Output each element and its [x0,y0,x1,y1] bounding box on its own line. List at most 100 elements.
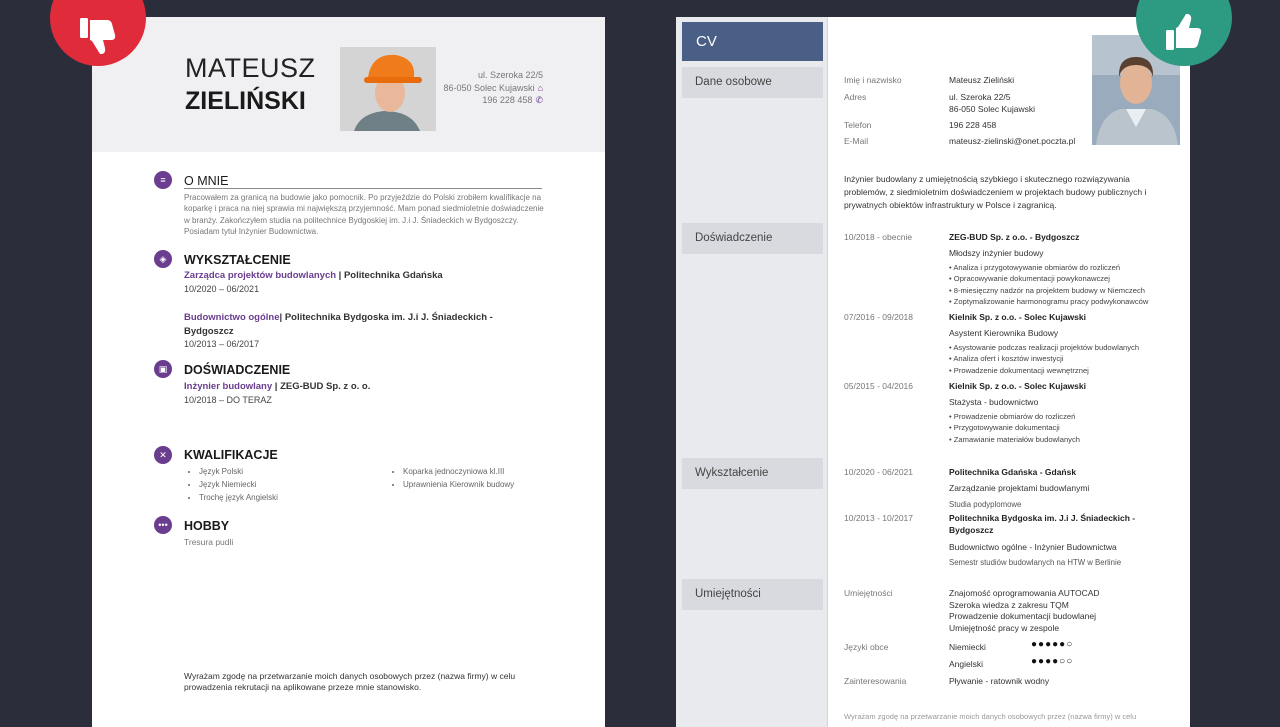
job-dates: 10/2018 - obecnie [844,232,913,242]
skills-label: Umiejętności [844,588,893,598]
list-item: Język Polski [199,465,278,478]
cv-header: CV [682,22,823,61]
section-label-skills: Umiejętności [682,579,823,610]
job-role: Stażysta - budownictwo [949,397,1039,407]
list-item: Analiza i przygotowywanie obmiarów do ro… [949,262,1148,273]
list-item: Koparka jednoczyniowa kl.III [403,465,514,478]
phone-icon: ✆ [535,95,543,105]
experience-entry: Inżynier budowlany | ZEG-BUD Sp. z o. o. [184,380,370,394]
education-title: WYKSZTAŁCENIE [184,253,291,267]
job-company: ZEG-BUD Sp. z o.o. - Bydgoszcz [949,232,1080,242]
last-name: ZIELIŃSKI [185,87,306,115]
job-company: Kielnik Sp. z o.o. - Solec Kujawski [949,381,1086,391]
bad-cv-page: MATEUSZ ZIELIŃSKI ul. Szeroka 22/5 86-05… [92,17,605,727]
list-item: Prowadzenie dokumentacji budowlanej [949,611,1096,621]
job-dates: 05/2015 - 04/2016 [844,381,914,391]
list-item: Prowadzenie dokumentacji wewnętrznej [949,365,1139,376]
education-field: Zarządca projektów budowlanych [184,270,337,281]
good-cv-page: CV Dane osobowe Doświadczenie Wykształce… [676,17,1190,727]
hobby-title: HOBBY [184,519,230,533]
languages-label: Języki obce [844,642,889,652]
school-name-line: Politechnika Bydgoska im. J.i J. Śniadec… [949,513,1136,523]
school-dates: 10/2020 - 06/2021 [844,467,914,477]
list-item: Umiejętność pracy w zespole [949,622,1060,633]
list-item: Szeroka wiedza z zakresu TQM [949,599,1069,610]
thumbs-up-icon [1162,0,1206,61]
education-entry: Budownictwo ogólne| Politechnika Bydgosk… [184,311,514,338]
language-rating: ●●●●●○ [1031,639,1074,650]
education-school: | Politechnika Gdańska [336,270,443,281]
more-icon: ••• [154,516,172,534]
skills-list: Koparka jednoczyniowa kl.III Uprawnienia… [388,465,514,491]
phone-value: 196 228 458 [949,120,997,130]
list-icon: ≡ [154,171,172,189]
list-item: Asystowanie podczas realizacji projektów… [949,342,1139,353]
list-item: Język Niemiecki [199,478,278,491]
school-field: Zarządzanie projektami budowlanymi [949,483,1090,493]
skills-title: KWALIFIKACJE [184,448,278,462]
experience-title: DOŚWIADCZENIE [184,363,291,377]
about-text: Pracowałem za granicą na budowie jako po… [184,193,544,236]
job-role: Młodszy inżynier budowy [949,248,1044,258]
name-value: Mateusz Zieliński [949,75,1015,85]
experience-role: Inżynier budowlany [184,381,273,392]
phone-number: 196 228 458 [482,95,533,105]
list-item: Znajomość oprogramowania AUTOCAD [949,588,1100,598]
email-value: mateusz-zielinski@onet.poczta.pl [949,136,1076,146]
section-label-experience: Doświadczenie [682,223,823,254]
phone-label: Telefon [844,120,872,130]
language-name: Niemiecki [949,642,986,652]
list-item: Prowadzenie obmiarów do rozliczeń [949,411,1080,422]
education-dates: 10/2020 – 06/2021 [184,284,260,294]
education-field: Budownictwo ogólne [184,312,280,323]
job-role: Asystent Kierownika Budowy [949,328,1059,338]
school-name: Politechnika Gdańska - Gdańsk [949,467,1077,477]
section-label-personal: Dane osobowe [682,67,823,98]
address-line: 86-050 Solec Kujawski [949,103,1035,114]
briefcase-icon: ▣ [154,360,172,378]
experience-company: | ZEG-BUD Sp. z o. o. [272,381,371,392]
skills-list: Znajomość oprogramowania AUTOCAD Szeroka… [949,588,1100,634]
school-note: Semestr studiów budowlanych na HTW w Ber… [949,558,1122,567]
list-item: Analiza ofert i kosztów inwestycji [949,353,1139,364]
tools-icon: ✕ [154,446,172,464]
contact-block: ul. Szeroka 22/5 86-050 Solec Kujawski ⌂ … [444,69,544,107]
skills-list: Język Polski Język Niemiecki Trochę języ… [184,465,278,504]
experience-dates: 10/2018 – DO TERAZ [184,395,272,405]
interests-value: Pływanie - ratownik wodny [949,676,1050,686]
school-note: Studia podyplomowe [949,500,1022,509]
list-item: 8-miesięczny nadzór na projektem budowy … [949,285,1148,296]
address-label: Adres [844,92,867,102]
email-label: E-Mail [844,136,869,146]
address-line: ul. Szeroka 22/5 [949,92,1011,102]
school-dates: 10/2013 - 10/2017 [844,513,914,523]
language-rating: ●●●●○○ [1031,656,1074,667]
list-item: Trochę język Angielski [199,491,278,504]
graduation-cap-icon: ◈ [154,250,172,268]
interests-label: Zainteresowania [844,676,907,686]
job-duties: Prowadzenie obmiarów do rozliczeń Przygo… [949,411,1080,445]
address-line: ul. Szeroka 22/5 [477,70,543,80]
divider [184,188,542,189]
education-dates: 10/2013 – 06/2017 [184,339,260,349]
about-title: O MNIE [184,174,229,188]
consent-text: Wyrażam zgodę na przetwarzanie moich dan… [184,671,516,692]
address-line: 86-050 Solec Kujawski [443,82,535,93]
education-entry: Zarządca projektów budowlanych | Politec… [184,269,443,283]
address-value: ul. Szeroka 22/5 86-050 Solec Kujawski [949,92,1035,115]
list-item: Uprawnienia Kierownik budowy [403,478,514,491]
job-duties: Asystowanie podczas realizacji projektów… [949,342,1139,376]
cv-sidebar [676,17,828,727]
job-company: Kielnik Sp. z o.o. - Solec Kujawski [949,312,1086,322]
list-item: Zoptymalizowanie harmonogramu pracy podw… [949,296,1149,307]
hobby-text: Tresura pudli [184,537,234,547]
worker-photo [340,47,436,131]
school-field: Budownictwo ogólne - Inżynier Budownictw… [949,542,1117,552]
list-item: Opracowywanie dokumentacji powykonawczej [949,273,1148,284]
list-item: Zamawianie materiałów budowlanych [949,434,1080,445]
job-duties: Analiza i przygotowywanie obmiarów do ro… [949,262,1148,308]
thumbs-down-icon [76,0,120,63]
school-name-line: Bydgoszcz [949,524,994,535]
language-name: Angielski [949,659,984,669]
list-item: Przygotowywanie dokumentacji [949,422,1080,433]
